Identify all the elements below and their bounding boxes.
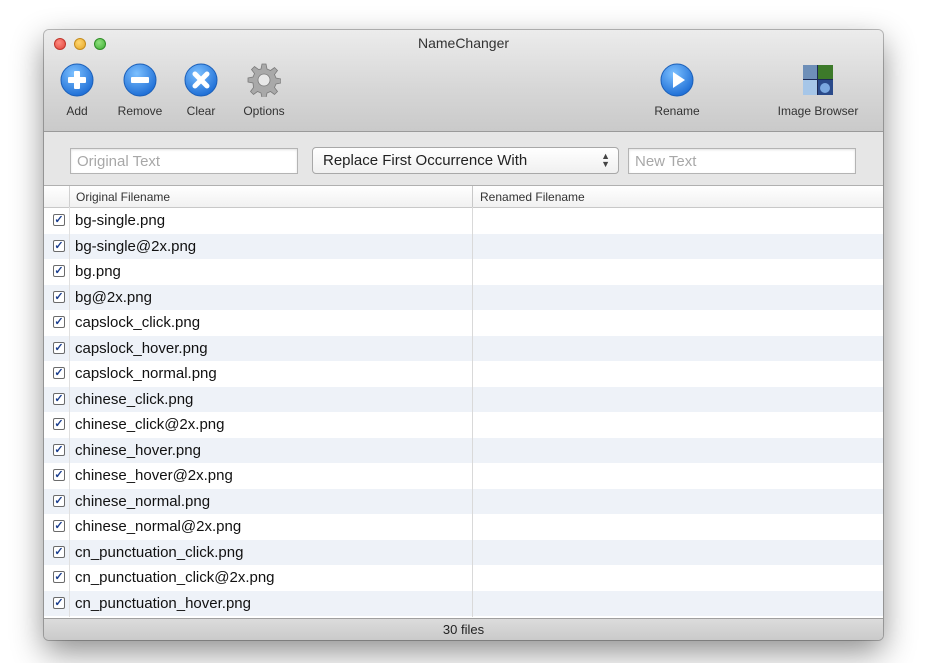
original-filename: bg-single.png: [75, 212, 166, 229]
replace-mode-select[interactable]: Replace First Occurrence With ▲ ▼: [312, 147, 619, 174]
column-divider-body: [472, 207, 473, 617]
file-count: 30 files: [442, 622, 485, 637]
table-body: ✓ bg-single.png ✓ bg-single@2x.png ✓ bg.png ✓ b…: [44, 208, 883, 616]
row-checkbox[interactable]: ✓: [53, 418, 65, 430]
original-filename: capslock_click.png: [75, 314, 201, 331]
table-row[interactable]: ✓ chinese_hover@2x.png: [44, 463, 883, 489]
row-checkbox[interactable]: ✓: [53, 265, 65, 277]
original-filename: chinese_click.png: [75, 390, 194, 408]
options-label: Options: [243, 104, 285, 118]
table-header: Original Filename Renamed Filename: [44, 186, 883, 208]
gear-icon: [247, 63, 281, 97]
image-browser-label: Image Browser: [777, 104, 859, 118]
clear-button[interactable]: Clear: [181, 63, 221, 118]
new-text-input[interactable]: [628, 148, 856, 174]
table-row[interactable]: ✓ bg-single.png: [44, 208, 883, 234]
table-row[interactable]: ✓ bg@2x.png: [44, 284, 883, 310]
row-checkbox[interactable]: ✓: [53, 571, 65, 583]
title-toolbar: NameChanger Add Remove Clear Options Ren…: [44, 30, 883, 132]
status-bar: 30 files: [44, 618, 883, 640]
image-browser-button[interactable]: Image Browser: [762, 63, 874, 118]
original-filename: cn_punctuation_hover.png: [75, 594, 251, 612]
table-row[interactable]: ✓ chinese_click.png: [44, 386, 883, 412]
column-divider[interactable]: [472, 186, 473, 207]
table-row[interactable]: ✓ chinese_click@2x.png: [44, 412, 883, 438]
x-circle-icon: [184, 63, 218, 97]
row-checkbox[interactable]: ✓: [53, 367, 65, 379]
original-filename: chinese_hover@2x.png: [75, 467, 233, 484]
original-filename: capslock_hover.png: [75, 339, 208, 357]
row-checkbox[interactable]: ✓: [53, 392, 65, 405]
row-checkbox[interactable]: ✓: [53, 341, 65, 354]
table-row[interactable]: ✓ chinese_normal@2x.png: [44, 514, 883, 540]
row-checkbox[interactable]: ✓: [53, 520, 65, 532]
table-row[interactable]: ✓ capslock_hover.png: [44, 335, 883, 361]
table-row[interactable]: ✓ bg.png: [44, 259, 883, 285]
row-checkbox[interactable]: ✓: [53, 316, 65, 328]
table-row[interactable]: ✓ bg-single@2x.png: [44, 233, 883, 259]
original-filename: bg-single@2x.png: [75, 237, 197, 255]
add-button[interactable]: Add: [55, 63, 99, 118]
check-column-divider: [69, 207, 70, 617]
header-renamed-filename[interactable]: Renamed Filename: [480, 190, 585, 204]
row-checkbox[interactable]: ✓: [53, 214, 65, 226]
row-checkbox[interactable]: ✓: [53, 290, 65, 303]
rename-button[interactable]: Rename: [647, 63, 707, 118]
table-row[interactable]: ✓ cn_punctuation_hover.png: [44, 590, 883, 616]
file-table: Original Filename Renamed Filename ✓ bg-s…: [44, 185, 883, 618]
original-filename: bg@2x.png: [75, 288, 152, 306]
minus-circle-icon: [123, 63, 157, 97]
play-circle-icon: [660, 63, 694, 97]
original-filename: bg.png: [75, 263, 121, 280]
app-window: NameChanger Add Remove Clear Options Ren…: [44, 30, 883, 640]
remove-label: Remove: [117, 104, 163, 118]
replace-bar: Replace First Occurrence With ▲▼: [44, 132, 883, 185]
add-label: Add: [66, 104, 88, 118]
row-checkbox[interactable]: ✓: [53, 443, 65, 456]
plus-circle-icon: [60, 63, 94, 97]
original-filename: chinese_normal@2x.png: [75, 518, 242, 535]
table-row[interactable]: ✓ capslock_click.png: [44, 310, 883, 336]
header-original-filename[interactable]: Original Filename: [76, 190, 170, 204]
row-checkbox[interactable]: ✓: [53, 494, 65, 507]
replace-mode-value: Replace First Occurrence With: [323, 152, 528, 169]
row-checkbox[interactable]: ✓: [53, 545, 65, 558]
header-check-column[interactable]: [44, 186, 70, 207]
table-row[interactable]: ✓ chinese_hover.png: [44, 437, 883, 463]
original-filename: cn_punctuation_click@2x.png: [75, 569, 275, 586]
options-button[interactable]: Options: [234, 63, 294, 118]
original-filename: chinese_click@2x.png: [75, 416, 225, 433]
row-checkbox[interactable]: ✓: [53, 469, 65, 481]
row-checkbox[interactable]: ✓: [53, 239, 65, 252]
table-row[interactable]: ✓ chinese_normal.png: [44, 488, 883, 514]
original-filename: chinese_hover.png: [75, 441, 201, 459]
original-text-input[interactable]: [70, 148, 298, 174]
original-filename: cn_punctuation_click.png: [75, 543, 244, 561]
remove-button[interactable]: Remove: [109, 63, 171, 118]
original-filename: chinese_normal.png: [75, 492, 211, 510]
updown-arrows-icon: ▲ ▼: [601, 151, 610, 169]
photo-stack-icon: [803, 65, 833, 95]
table-row[interactable]: ✓ cn_punctuation_click@2x.png: [44, 565, 883, 591]
window-title: NameChanger: [417, 35, 510, 51]
rename-label: Rename: [654, 104, 700, 118]
table-row[interactable]: ✓ capslock_normal.png: [44, 361, 883, 387]
table-row[interactable]: ✓ cn_punctuation_click.png: [44, 539, 883, 565]
row-checkbox[interactable]: ✓: [53, 596, 65, 609]
original-filename: capslock_normal.png: [75, 365, 217, 382]
clear-label: Clear: [186, 104, 216, 118]
